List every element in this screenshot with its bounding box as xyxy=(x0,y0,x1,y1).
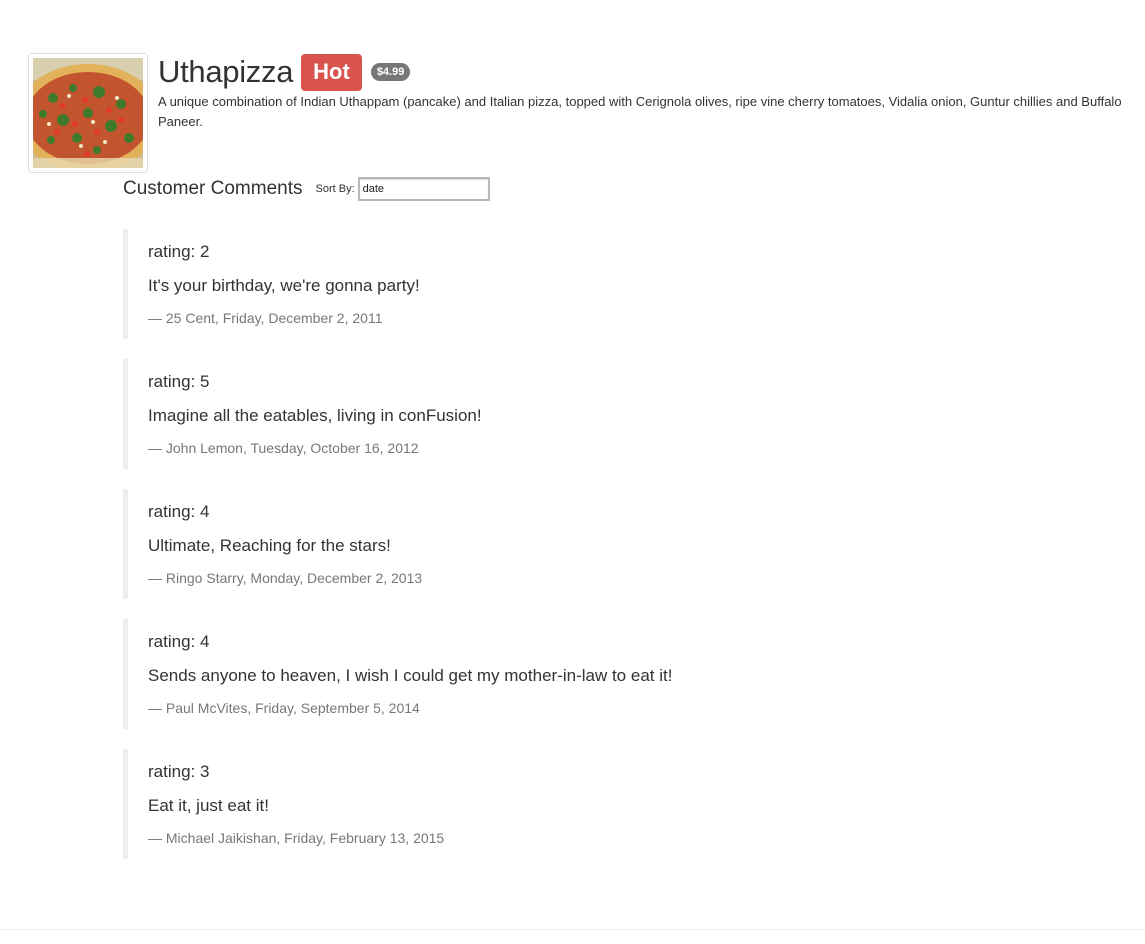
comment-rating: rating: 4 xyxy=(148,632,210,651)
comment-author-date: — 25 Cent, Friday, December 2, 2011 xyxy=(148,310,383,326)
comment-item: rating: 2 It's your birthday, we're gonn… xyxy=(123,229,1023,339)
comment-rating: rating: 3 xyxy=(148,762,210,781)
dish-name: Uthapizza xyxy=(158,54,294,89)
comment-text: Ultimate, Reaching for the stars! xyxy=(148,536,391,555)
comment-text: Eat it, just eat it! xyxy=(148,796,269,815)
comments-header: Customer Comments Sort By: xyxy=(123,176,490,202)
comment-author-date: — John Lemon, Tuesday, October 16, 2012 xyxy=(148,440,419,456)
comment-rating: rating: 4 xyxy=(148,502,210,521)
pizza-image xyxy=(33,58,143,168)
comment-item: rating: 5 Imagine all the eatables, livi… xyxy=(123,359,1023,469)
comment-text: It's your birthday, we're gonna party! xyxy=(148,276,420,295)
comment-item: rating: 4 Sends anyone to heaven, I wish… xyxy=(123,619,1023,729)
dish-thumbnail xyxy=(28,53,148,173)
price-badge: $4.99 xyxy=(370,63,411,81)
bottom-divider xyxy=(0,929,1145,930)
comment-item: rating: 3 Eat it, just eat it! — Michael… xyxy=(123,749,1023,859)
comment-text: Imagine all the eatables, living in conF… xyxy=(148,406,482,425)
sort-label: Sort By: xyxy=(315,183,355,195)
comment-author-date: — Ringo Starry, Monday, December 2, 2013 xyxy=(148,570,423,586)
comment-author-date: — Michael Jaikishan, Friday, February 13… xyxy=(148,830,445,846)
comment-rating: rating: 2 xyxy=(148,242,210,261)
sort-by-input[interactable] xyxy=(357,177,490,201)
dish-title-row: Uthapizza Hot $4.99 xyxy=(158,52,411,92)
comment-rating: rating: 5 xyxy=(148,372,210,391)
comment-item: rating: 4 Ultimate, Reaching for the sta… xyxy=(123,489,1023,599)
hot-label: Hot xyxy=(301,53,362,91)
comment-author-date: — Paul McVites, Friday, September 5, 201… xyxy=(148,700,420,716)
comment-text: Sends anyone to heaven, I wish I could g… xyxy=(148,666,673,685)
comments-title: Customer Comments xyxy=(123,178,303,199)
dish-description: A unique combination of Indian Uthappam … xyxy=(158,94,1122,129)
